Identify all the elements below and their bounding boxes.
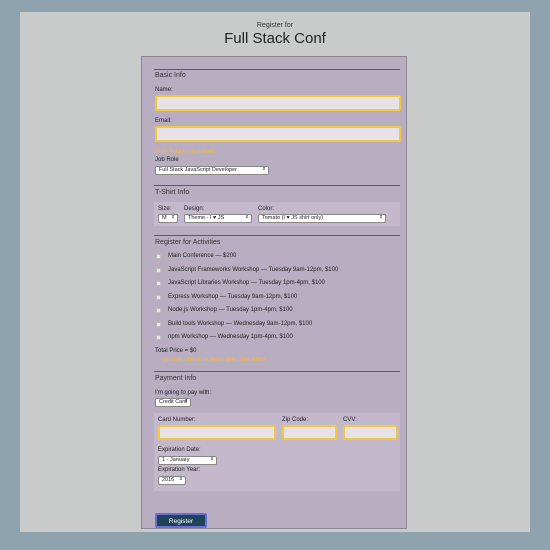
tshirt-info-legend: T-Shirt Info [155, 189, 190, 196]
card-number-label: Card Number: [158, 417, 196, 423]
expiration-month-value: 1 - January [162, 457, 190, 463]
activity-checkbox[interactable] [156, 308, 161, 313]
size-value: M [162, 215, 167, 221]
activity-checkbox[interactable] [156, 335, 161, 340]
activities-error: ← please check at least one checkbox. [155, 356, 268, 363]
chevron-icon: ⇕ [170, 214, 175, 220]
job-role-label: Job Role [155, 157, 179, 163]
activity-label: JavaScript Libraries Workshop — Tuesday … [168, 280, 325, 286]
payment-method-label: I'm going to pay with: [155, 390, 212, 396]
expiration-date-label: Expiration Date: [158, 447, 201, 453]
register-button[interactable]: Register [155, 513, 207, 528]
expiration-month-select[interactable]: 1 - January ⇕ [158, 456, 217, 465]
chevron-icon: ⇕ [244, 214, 249, 220]
color-select[interactable]: Tomato (I ♥ JS shirt only) ⇕ [258, 214, 386, 223]
email-error: This field is required. [155, 148, 215, 155]
activity-label: npm Workshop — Wednesday 1pm-4pm, $100 [168, 334, 293, 340]
zip-label: Zip Code: [282, 417, 309, 423]
page-subtitle: Register for [256, 22, 294, 29]
payment-method-select[interactable]: Credit Card ⇕ [155, 398, 191, 407]
design-value: Theme - I ♥ JS [188, 215, 225, 221]
design-select[interactable]: Theme - I ♥ JS ⇕ [184, 214, 252, 223]
cvv-label: CVV: [343, 417, 357, 423]
color-label: Color: [258, 206, 275, 212]
chevron-icon: ⇕ [209, 456, 214, 462]
activity-checkbox[interactable] [156, 254, 161, 259]
zip-input[interactable] [282, 425, 337, 440]
payment-info-legend: Payment Info [155, 375, 197, 382]
card-number-input[interactable] [158, 425, 276, 440]
chevron-icon: ⇕ [261, 166, 266, 172]
activity-label: Node.js Workshop — Tuesday 1pm-4pm, $100 [168, 307, 293, 313]
chevron-icon: ⇕ [178, 476, 183, 482]
registration-form: Basic Info Name: Email: This field is re… [141, 56, 407, 529]
activity-checkbox[interactable] [156, 322, 161, 327]
total-price: Total Price = $0 [155, 348, 197, 354]
basic-info-legend: Basic Info [155, 72, 186, 79]
job-role-value: Full Stack JavaScript Developer [159, 167, 237, 173]
activity-label: Main Conference — $200 [168, 253, 237, 259]
email-label: Email: [155, 118, 172, 124]
design-label: Design: [184, 206, 205, 212]
name-label: Name: [155, 87, 173, 93]
activity-label: JavaScript Frameworks Workshop — Tuesday… [168, 267, 339, 273]
cvv-input[interactable] [343, 425, 398, 440]
chevron-icon: ⇕ [378, 214, 383, 220]
expiration-year-select[interactable]: 2016 ⇕ [158, 476, 186, 485]
divider [154, 69, 400, 70]
divider [154, 371, 400, 372]
size-label: Size: [158, 206, 172, 212]
divider [154, 235, 400, 236]
activity-label: Express Workshop — Tuesday 9am-12pm, $10… [168, 294, 298, 300]
job-role-select[interactable]: Full Stack JavaScript Developer ⇕ [155, 166, 269, 175]
name-input[interactable] [155, 95, 401, 111]
activity-checkbox[interactable] [156, 281, 161, 286]
size-select[interactable]: M ⇕ [158, 214, 178, 223]
expiration-year-label: Expiration Year: [158, 467, 201, 473]
activities-legend: Register for Activities [155, 239, 221, 246]
activity-checkbox[interactable] [156, 268, 161, 273]
divider [154, 185, 400, 186]
color-value: Tomato (I ♥ JS shirt only) [262, 215, 324, 221]
activity-label: Build tools Workshop — Wednesday 9am-12p… [168, 321, 313, 327]
activity-checkbox[interactable] [156, 295, 161, 300]
email-input[interactable] [155, 126, 401, 142]
chevron-icon: ⇕ [183, 398, 188, 404]
expiration-year-value: 2016 [162, 477, 175, 483]
page-background: Register for Full Stack Conf Basic Info … [20, 12, 530, 532]
page-title: Full Stack Conf [224, 30, 326, 47]
